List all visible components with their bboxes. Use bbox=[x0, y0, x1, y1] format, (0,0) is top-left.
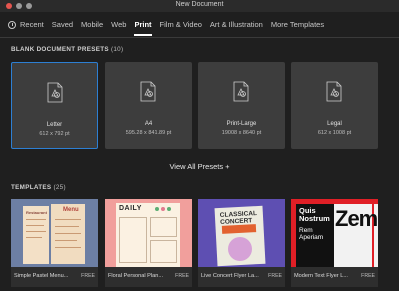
template-card[interactable]: Quis Nostrum Rem Aperiam Zemo Modern Tex… bbox=[291, 199, 378, 287]
thumb-text-line: Aperiam bbox=[299, 234, 324, 241]
template-thumbnail: Restaurant Menu bbox=[11, 199, 98, 267]
tab-recent[interactable]: Recent bbox=[8, 12, 44, 37]
flyer-circle bbox=[228, 237, 252, 261]
menu-line bbox=[55, 219, 81, 220]
menu-line bbox=[26, 219, 46, 220]
tab-label: Print bbox=[134, 20, 152, 29]
planner-grid bbox=[150, 240, 177, 263]
thumb-text: Zemo bbox=[335, 206, 378, 231]
thumb-text-line: Nostrum bbox=[299, 214, 330, 223]
thumb-text: Restaurant bbox=[26, 210, 47, 215]
template-name: Simple Pastel Menu... bbox=[14, 273, 69, 279]
menu-line bbox=[26, 225, 44, 226]
menu-line bbox=[55, 233, 81, 234]
template-thumbnail: DAILY bbox=[105, 199, 192, 267]
tab-label: Recent bbox=[20, 20, 44, 29]
templates-title: TEMPLATES bbox=[11, 184, 52, 191]
free-badge: FREE bbox=[81, 273, 95, 279]
tab-label: Art & Illustration bbox=[209, 20, 263, 29]
template-thumbnail: CLASSICAL CONCERT bbox=[198, 199, 285, 267]
blank-presets-title: BLANK DOCUMENT PRESETS bbox=[11, 46, 109, 53]
menu-line bbox=[26, 231, 46, 232]
tab-mobile[interactable]: Mobile bbox=[81, 12, 103, 37]
preset-name: Print-Large bbox=[226, 121, 257, 127]
template-card[interactable]: CLASSICAL CONCERT Live Concert Flyer La.… bbox=[198, 199, 285, 287]
templates-heading: TEMPLATES (25) bbox=[11, 184, 66, 191]
tabs-divider bbox=[0, 37, 399, 38]
thumb-text: Rem Aperiam bbox=[299, 227, 323, 241]
decor-dot bbox=[155, 207, 159, 211]
preset-legal[interactable]: Legal 612 x 1008 pt bbox=[291, 62, 378, 149]
tab-print[interactable]: Print bbox=[134, 12, 152, 37]
tab-saved[interactable]: Saved bbox=[52, 12, 73, 37]
menu-line bbox=[55, 240, 77, 241]
tab-label: More Templates bbox=[270, 20, 325, 29]
menu-line bbox=[55, 226, 79, 227]
tab-more-templates[interactable]: More Templates bbox=[271, 12, 324, 37]
planner-grid bbox=[150, 217, 177, 237]
tab-web[interactable]: Web bbox=[111, 12, 126, 37]
preset-a4[interactable]: A4 595.28 x 841.89 pt bbox=[105, 62, 192, 149]
menu-line bbox=[55, 247, 81, 248]
preset-size: 19008 x 8640 pt bbox=[221, 130, 262, 136]
free-badge: FREE bbox=[268, 273, 282, 279]
template-card[interactable]: Restaurant Menu Simple Pastel Menu... FR… bbox=[11, 199, 98, 287]
thumb-text-line: Rem bbox=[299, 227, 313, 234]
document-icon bbox=[326, 81, 342, 102]
template-name: Modern Text Flyer L... bbox=[294, 273, 348, 279]
title-bar: New Document bbox=[0, 0, 399, 12]
window-title: New Document bbox=[175, 1, 224, 8]
tab-label: Web bbox=[111, 20, 127, 29]
tab-label: Saved bbox=[51, 20, 74, 29]
templates-count: (25) bbox=[53, 184, 66, 191]
clock-icon bbox=[8, 20, 16, 29]
template-card[interactable]: DAILY Floral Personal Plan... FREE bbox=[105, 199, 192, 287]
preset-size: 612 x 792 pt bbox=[39, 131, 70, 137]
view-all-presets-link[interactable]: View All Presets + bbox=[0, 162, 399, 171]
template-name: Live Concert Flyer La... bbox=[201, 273, 259, 279]
tab-film-video[interactable]: Film & Video bbox=[160, 12, 202, 37]
blank-presets-count: (10) bbox=[110, 46, 124, 53]
menu-line bbox=[26, 237, 42, 238]
template-name: Floral Personal Plan... bbox=[108, 273, 164, 279]
category-tabs: Recent Saved Mobile Web Print Film & Vid… bbox=[0, 12, 399, 37]
tab-label: Film & Video bbox=[159, 20, 202, 29]
preset-name: A4 bbox=[144, 121, 153, 127]
free-badge: FREE bbox=[361, 273, 375, 279]
document-icon bbox=[47, 82, 63, 103]
blank-presets-heading: BLANK DOCUMENT PRESETS (10) bbox=[11, 46, 123, 53]
tab-label: Mobile bbox=[81, 20, 104, 29]
thumb-text: Menu bbox=[63, 207, 79, 213]
document-icon bbox=[140, 81, 156, 102]
menu-page-right bbox=[51, 204, 85, 264]
tab-art-illustration[interactable]: Art & Illustration bbox=[210, 12, 263, 37]
preset-print-large[interactable]: Print-Large 19008 x 8640 pt bbox=[198, 62, 285, 149]
preset-letter[interactable]: Letter 612 x 792 pt bbox=[11, 62, 98, 149]
free-badge: FREE bbox=[175, 273, 189, 279]
template-thumbnail: Quis Nostrum Rem Aperiam Zemo bbox=[291, 199, 378, 267]
decor-dot bbox=[167, 207, 171, 211]
thumb-text: Quis Nostrum bbox=[299, 207, 330, 223]
thumb-text: DAILY bbox=[119, 205, 142, 212]
preset-size: 595.28 x 841.89 pt bbox=[125, 130, 172, 136]
preset-name: Legal bbox=[327, 121, 342, 127]
planner-grid bbox=[119, 217, 147, 263]
preset-size: 612 x 1008 pt bbox=[317, 130, 352, 136]
decor-dot bbox=[161, 207, 165, 211]
preset-name: Letter bbox=[46, 122, 63, 128]
document-icon bbox=[233, 81, 249, 102]
